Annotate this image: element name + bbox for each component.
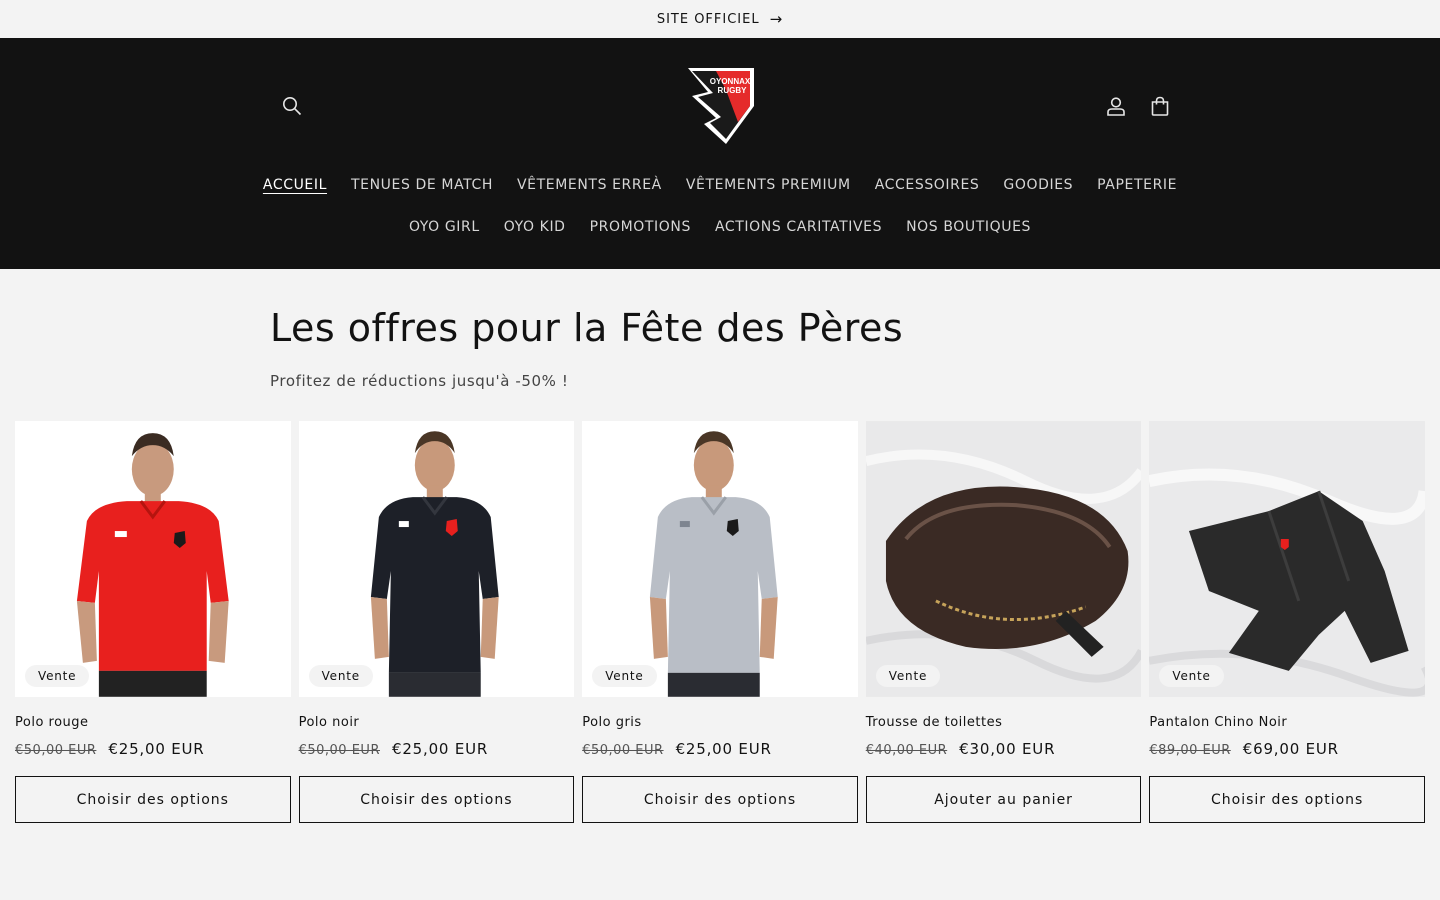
account-button[interactable] (1094, 84, 1138, 128)
product-image[interactable]: Vente (582, 421, 858, 697)
product-card: Vente Polo noir €50,00 EUR €25,00 EUR Ch… (298, 421, 575, 823)
regular-price: €89,00 EUR (1149, 743, 1231, 758)
sale-price: €25,00 EUR (675, 740, 772, 758)
main-nav-row-1: ACCUEIL TENUES DE MATCH VÊTEMENTS ERREÀ … (0, 177, 1440, 193)
choose-options-button[interactable]: Choisir des options (1149, 776, 1425, 823)
product-price: €50,00 EUR €25,00 EUR (582, 740, 858, 758)
sale-badge: Vente (1159, 665, 1224, 687)
section-subtitle: Profitez de réductions jusqu'à -50% ! (270, 372, 569, 390)
choose-options-button[interactable]: Choisir des options (298, 776, 575, 823)
search-button[interactable] (270, 84, 314, 128)
product-name[interactable]: Polo rouge (15, 715, 291, 730)
product-price: €50,00 EUR €25,00 EUR (299, 740, 575, 758)
sale-badge: Vente (875, 665, 941, 687)
product-grid: Vente Polo rouge €50,00 EUR €25,00 EUR C… (15, 421, 1425, 823)
section-title: Les offres pour la Fête des Pères (270, 306, 904, 350)
black-polo-image (370, 431, 499, 697)
product-name[interactable]: Polo gris (582, 715, 858, 730)
chino-pants-image (1149, 421, 1425, 697)
oyonnax-rugby-logo[interactable]: OYONNAX RUGBY (686, 66, 756, 146)
red-polo-image (76, 433, 229, 697)
grey-polo-image (650, 431, 778, 697)
product-card: Vente Pantalon Chino Noir €89,00 EUR €69… (1149, 421, 1425, 823)
product-name[interactable]: Pantalon Chino Noir (1149, 715, 1425, 730)
nav-item-papeterie[interactable]: PAPETERIE (1085, 177, 1189, 193)
sale-price: €69,00 EUR (1242, 740, 1339, 758)
logo-text-top: OYONNAX (710, 77, 751, 86)
arrow-right-icon: → (769, 10, 784, 28)
regular-price: €50,00 EUR (582, 743, 664, 758)
product-name[interactable]: Polo noir (299, 715, 575, 730)
nav-item-oyo-girl[interactable]: OYO GIRL (397, 219, 492, 235)
user-icon (1107, 97, 1125, 116)
add-to-cart-button[interactable]: Ajouter au panier (865, 776, 1142, 823)
product-card: Vente Polo gris €50,00 EUR €25,00 EUR Ch… (582, 421, 858, 823)
announcement-bar[interactable]: SITE OFFICIEL → (0, 0, 1440, 38)
nav-item-accessoires[interactable]: ACCESSOIRES (863, 177, 992, 193)
sale-price: €25,00 EUR (391, 740, 489, 758)
logo-text-bottom: RUGBY (718, 86, 748, 95)
regular-price: €50,00 EUR (298, 743, 380, 758)
sale-badge: Vente (25, 665, 90, 687)
product-price: €89,00 EUR €69,00 EUR (1149, 740, 1425, 758)
nav-item-tenues-de-match[interactable]: TENUES DE MATCH (339, 177, 505, 193)
product-price: €40,00 EUR €30,00 EUR (866, 740, 1142, 758)
nav-item-accueil[interactable]: ACCUEIL (251, 177, 339, 193)
regular-price: €50,00 EUR (15, 743, 97, 758)
bag-icon (1151, 96, 1169, 116)
announcement-text: SITE OFFICIEL (656, 11, 760, 27)
product-name[interactable]: Trousse de toilettes (866, 715, 1142, 730)
product-image[interactable]: Vente (1149, 421, 1425, 697)
nav-item-vetements-premium[interactable]: VÊTEMENTS PREMIUM (674, 177, 863, 193)
nav-item-goodies[interactable]: GOODIES (991, 177, 1085, 193)
product-image[interactable]: Vente (298, 421, 575, 697)
product-price: €50,00 EUR €25,00 EUR (15, 740, 291, 758)
sale-badge: Vente (308, 665, 373, 687)
sale-price: €25,00 EUR (108, 740, 205, 758)
main-nav-row-2: OYO GIRL OYO KID PROMOTIONS ACTIONS CARI… (0, 219, 1440, 235)
nav-item-promotions[interactable]: PROMOTIONS (578, 219, 703, 235)
regular-price: €40,00 EUR (865, 743, 948, 758)
cart-button[interactable] (1138, 84, 1182, 128)
nav-item-actions-caritatives[interactable]: ACTIONS CARITATIVES (703, 219, 894, 235)
choose-options-button[interactable]: Choisir des options (15, 776, 291, 823)
site-header: OYONNAX RUGBY ACCUEIL TENUES DE MATCH VÊ… (0, 38, 1440, 269)
toiletry-bag-image (865, 421, 1142, 697)
nav-item-vetements-errea[interactable]: VÊTEMENTS ERREÀ (505, 177, 674, 193)
sale-badge: Vente (592, 665, 657, 687)
nav-item-nos-boutiques[interactable]: NOS BOUTIQUES (894, 219, 1043, 235)
search-icon (283, 97, 302, 116)
sale-price: €30,00 EUR (959, 740, 1056, 758)
nav-item-oyo-kid[interactable]: OYO KID (492, 219, 578, 235)
product-card: Vente Polo rouge €50,00 EUR €25,00 EUR C… (15, 421, 291, 823)
product-card: Vente Trousse de toilettes €40,00 EUR €3… (865, 421, 1142, 823)
product-image[interactable]: Vente (865, 421, 1142, 697)
choose-options-button[interactable]: Choisir des options (582, 776, 858, 823)
product-image[interactable]: Vente (15, 421, 291, 697)
